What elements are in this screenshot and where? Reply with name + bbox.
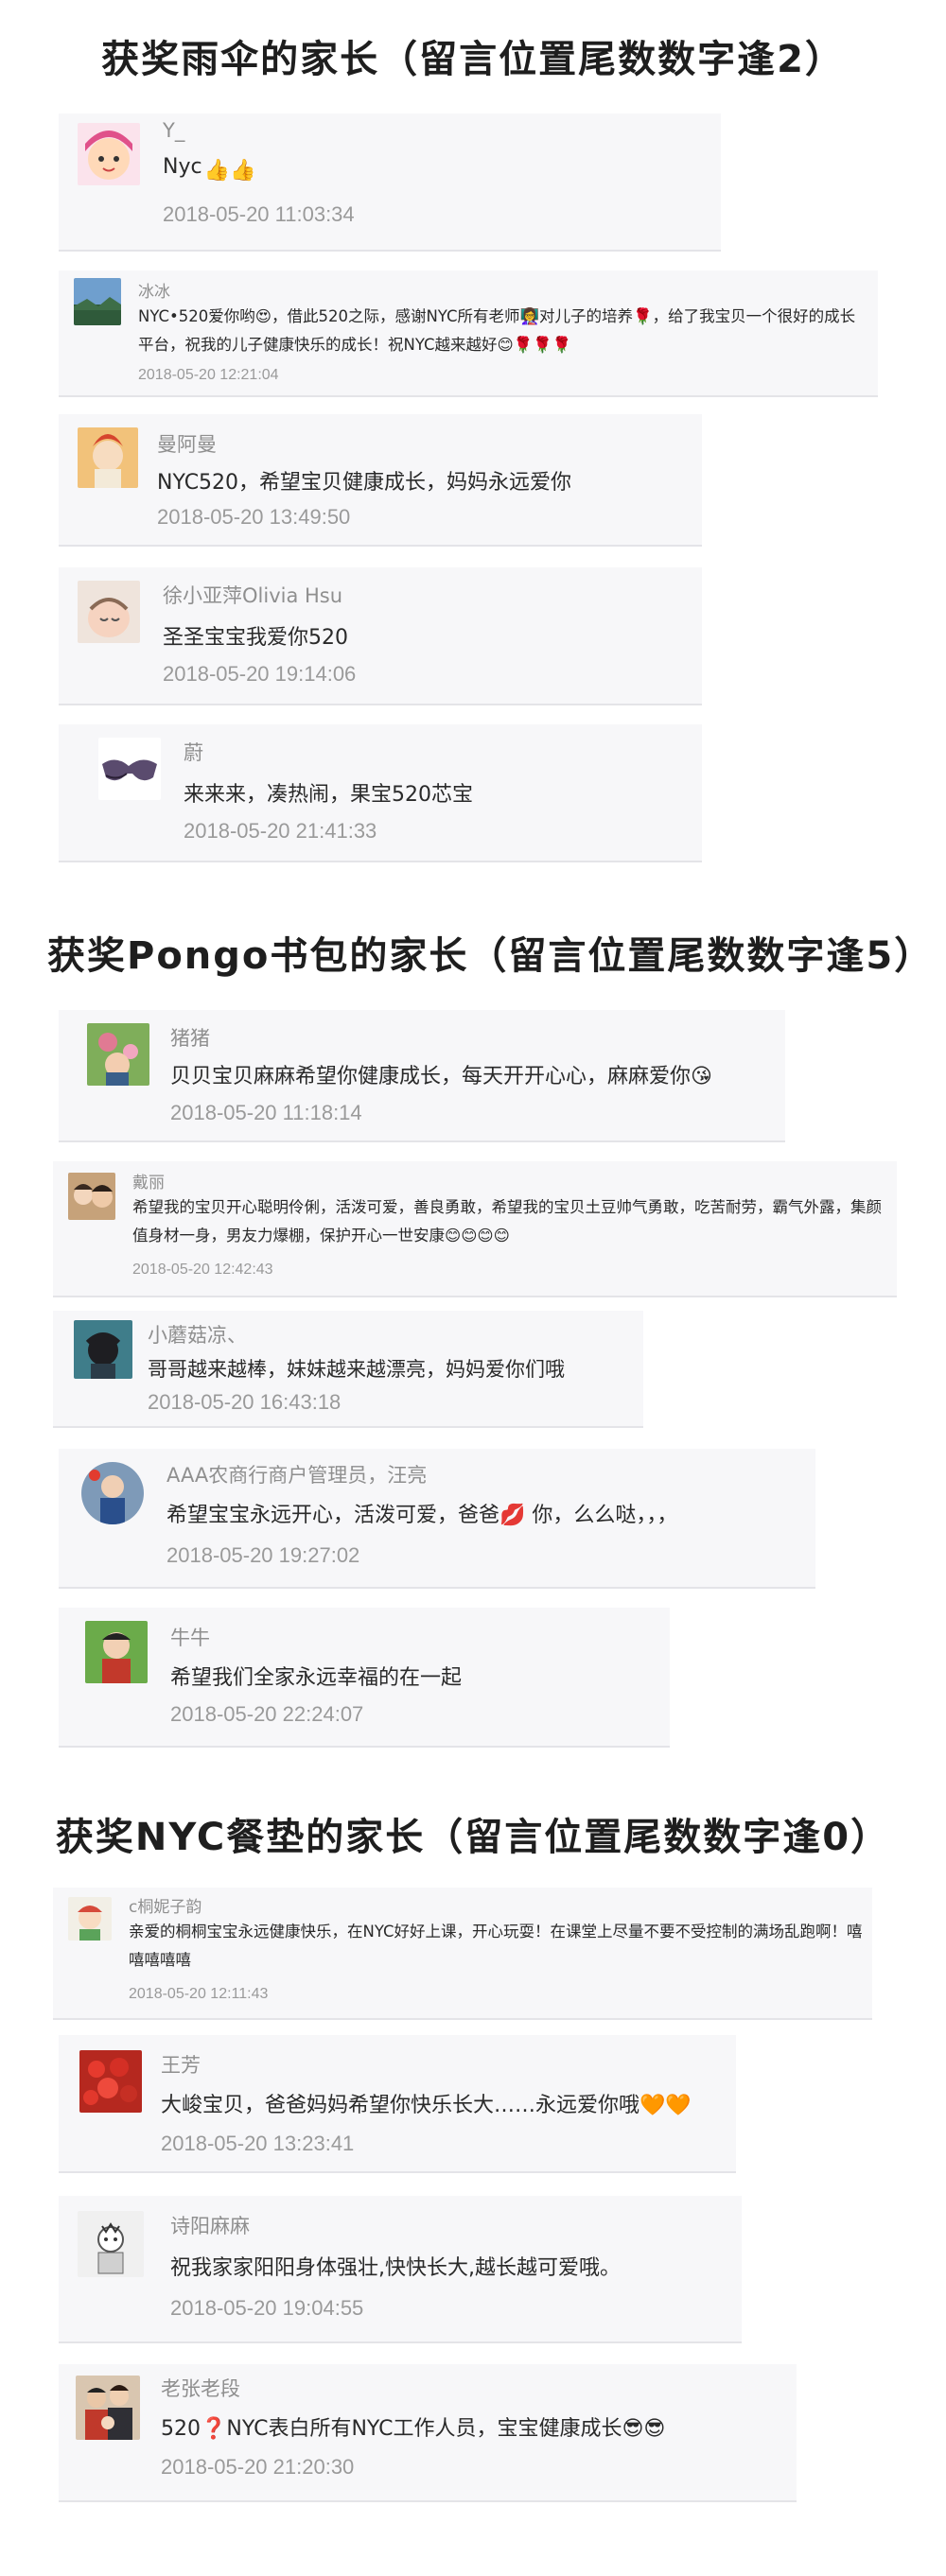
thumbs-up-icon: 👍👍 [203, 159, 256, 183]
comment-card: 老张老段 520❓NYC表白所有NYC工作人员，宝宝健康成长😎😎 2018-05… [59, 2364, 797, 2502]
commenter-name: c桐妮子韵 [129, 1898, 202, 1917]
comment-text: NYC520，希望宝贝健康成长，妈妈永远爱你 [157, 471, 572, 495]
avatar[interactable] [78, 123, 140, 185]
commenter-name: 王芳 [161, 2054, 201, 2077]
comment-text-content: Nyc [163, 155, 202, 179]
comment-card: 冰冰 NYC•520爱你哟😍，借此520之际，感谢NYC所有老师👩‍🏫对儿子的培… [59, 270, 878, 397]
comment-card: 小蘑菇凉、 哥哥越来越棒，妹妹越来越漂亮，妈妈爱你们哦 2018-05-20 1… [53, 1311, 643, 1428]
comment-timestamp: 2018-05-20 11:03:34 [163, 202, 355, 226]
comment-card: 诗阳麻麻 祝我家家阳阳身体强壮,快快长大,越长越可爱哦。 2018-05-20 … [59, 2196, 742, 2343]
avatar[interactable] [76, 2376, 140, 2440]
comment-card: 牛牛 希望我们全家永远幸福的在一起 2018-05-20 22:24:07 [59, 1608, 670, 1748]
comment-timestamp: 2018-05-20 19:27:02 [166, 1543, 360, 1567]
comment-card: 徐小亚萍Olivia Hsu 圣圣宝宝我爱你520 2018-05-20 19:… [59, 567, 702, 705]
avatar[interactable] [79, 2050, 142, 2113]
commenter-name: 诗阳麻麻 [170, 2215, 250, 2237]
comment-card: 戴丽 希望我的宝贝开心聪明伶俐，活泼可爱，善良勇敢，希望我的宝贝土豆帅气勇敢，吃… [53, 1161, 897, 1297]
comment-timestamp: 2018-05-20 12:21:04 [138, 367, 279, 383]
commenter-name: Y_ [163, 119, 185, 142]
comment-text: 圣圣宝宝我爱你520 [163, 626, 348, 650]
comment-timestamp: 2018-05-20 12:11:43 [129, 1986, 269, 2002]
commenter-name: 曼阿曼 [157, 433, 217, 456]
comment-card: 蔚 来来来，凑热闹，果宝520芯宝 2018-05-20 21:41:33 [59, 724, 702, 862]
avatar[interactable] [74, 1320, 132, 1379]
comment-text: 祝我家家阳阳身体强壮,快快长大,越长越可爱哦。 [170, 2256, 621, 2280]
avatar[interactable] [87, 1023, 149, 1086]
comment-card: 曼阿曼 NYC520，希望宝贝健康成长，妈妈永远爱你 2018-05-20 13… [59, 414, 702, 547]
commenter-name: 牛牛 [170, 1627, 210, 1649]
commenter-name: 徐小亚萍Olivia Hsu [163, 584, 343, 607]
commenter-name: 戴丽 [132, 1174, 165, 1192]
section-heading: 获奖Pongo书包的家长（留言位置尾数数字逢5） [47, 934, 935, 978]
comment-timestamp: 2018-05-20 16:43:18 [148, 1390, 342, 1414]
section-heading: 获奖NYC餐垫的家长（留言位置尾数数字逢0） [55, 1816, 891, 1859]
comment-timestamp: 2018-05-20 13:23:41 [161, 2132, 355, 2155]
commenter-name: 猪猪 [170, 1027, 210, 1050]
avatar[interactable] [74, 278, 121, 325]
commenter-name: 小蘑菇凉、 [148, 1324, 247, 1347]
avatar[interactable] [85, 1621, 148, 1683]
comment-text: 贝贝宝贝麻麻希望你健康成长，每天开开心心，麻麻爱你😘 [170, 1065, 712, 1088]
comment-timestamp: 2018-05-20 13:49:50 [157, 505, 351, 529]
avatar[interactable] [78, 581, 140, 643]
avatar[interactable] [68, 1897, 112, 1941]
comment-timestamp: 2018-05-20 12:42:43 [132, 1262, 273, 1278]
comment-timestamp: 2018-05-20 19:14:06 [163, 662, 357, 686]
commenter-name: AAA农商行商户管理员，汪亮 [166, 1464, 428, 1487]
comment-timestamp: 2018-05-20 21:20:30 [161, 2455, 355, 2479]
comment-text: 520❓NYC表白所有NYC工作人员，宝宝健康成长😎😎 [161, 2417, 666, 2441]
avatar[interactable] [78, 427, 138, 488]
comment-timestamp: 2018-05-20 21:41:33 [184, 819, 377, 843]
comment-card: 王芳 大峻宝贝，爸爸妈妈希望你快乐长大……永远爱你哦🧡🧡 2018-05-20 … [59, 2035, 736, 2173]
comment-text: 希望我的宝贝开心聪明伶俐，活泼可爱，善良勇敢，希望我的宝贝土豆帅气勇敢，吃苦耐劳… [132, 1198, 882, 1244]
comment-card: 猪猪 贝贝宝贝麻麻希望你健康成长，每天开开心心，麻麻爱你😘 2018-05-20… [59, 1010, 785, 1142]
avatar[interactable] [81, 1462, 144, 1524]
commenter-name: 蔚 [184, 741, 203, 764]
avatar[interactable] [68, 1173, 115, 1220]
comment-timestamp: 2018-05-20 22:24:07 [170, 1702, 364, 1726]
commenter-name: 冰冰 [138, 283, 170, 302]
section-heading: 获奖雨伞的家长（留言位置尾数数字逢2） [101, 38, 845, 81]
comment-text: 亲爱的桐桐宝宝永远健康快乐，在NYC好好上课，开心玩耍！在课堂上尽量不要不受控制… [129, 1923, 863, 1969]
comment-card: c桐妮子韵 亲爱的桐桐宝宝永远健康快乐，在NYC好好上课，开心玩耍！在课堂上尽量… [53, 1888, 872, 2020]
comment-text: Nyc👍👍 [163, 155, 255, 183]
comment-text: 希望宝宝永远开心，活泼可爱，爸爸💋 你，么么哒，，， [166, 1504, 678, 1527]
avatar[interactable] [78, 2211, 144, 2277]
comment-text: 来来来，凑热闹，果宝520芯宝 [184, 783, 473, 807]
comment-card: AAA农商行商户管理员，汪亮 希望宝宝永远开心，活泼可爱，爸爸💋 你，么么哒，，… [59, 1449, 815, 1589]
comment-text: 大峻宝贝，爸爸妈妈希望你快乐长大……永远爱你哦🧡🧡 [161, 2094, 692, 2117]
comment-text: 希望我们全家永远幸福的在一起 [170, 1666, 463, 1690]
comment-timestamp: 2018-05-20 19:04:55 [170, 2296, 364, 2320]
comment-card: Y_ Nyc👍👍 2018-05-20 11:03:34 [59, 113, 721, 252]
comment-timestamp: 2018-05-20 11:18:14 [170, 1101, 362, 1124]
comment-text: NYC•520爱你哟😍，借此520之际，感谢NYC所有老师👩‍🏫对儿子的培养🌹，… [138, 307, 856, 354]
avatar[interactable] [98, 738, 161, 800]
comment-text: 哥哥越来越棒，妹妹越来越漂亮，妈妈爱你们哦 [148, 1358, 565, 1381]
commenter-name: 老张老段 [161, 2377, 240, 2400]
